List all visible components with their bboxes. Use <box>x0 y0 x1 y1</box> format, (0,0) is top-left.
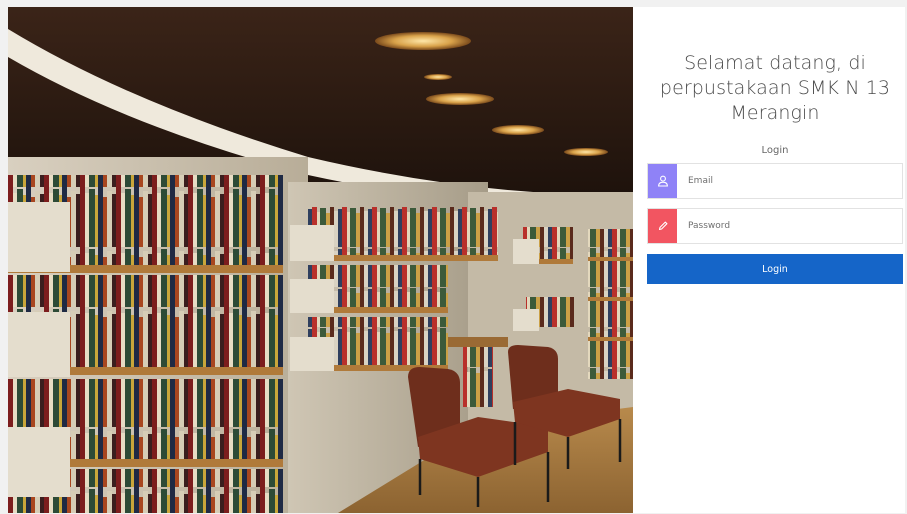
pencil-icon <box>648 209 677 243</box>
login-page: Selamat datang, di perpustakaan SMK N 13… <box>8 7 905 513</box>
email-input[interactable] <box>677 164 902 198</box>
password-input[interactable] <box>677 209 902 243</box>
welcome-heading: Selamat datang, di perpustakaan SMK N 13… <box>659 52 891 124</box>
login-caption: Login <box>761 145 789 156</box>
library-photo-image <box>8 7 633 513</box>
login-panel: Selamat datang, di perpustakaan SMK N 13… <box>633 7 905 513</box>
library-photo <box>8 7 633 513</box>
user-icon <box>648 164 677 198</box>
email-field-group <box>647 163 903 199</box>
login-button[interactable]: Login <box>647 254 903 284</box>
password-field-group <box>647 208 903 244</box>
page-frame: Selamat datang, di perpustakaan SMK N 13… <box>0 0 907 514</box>
